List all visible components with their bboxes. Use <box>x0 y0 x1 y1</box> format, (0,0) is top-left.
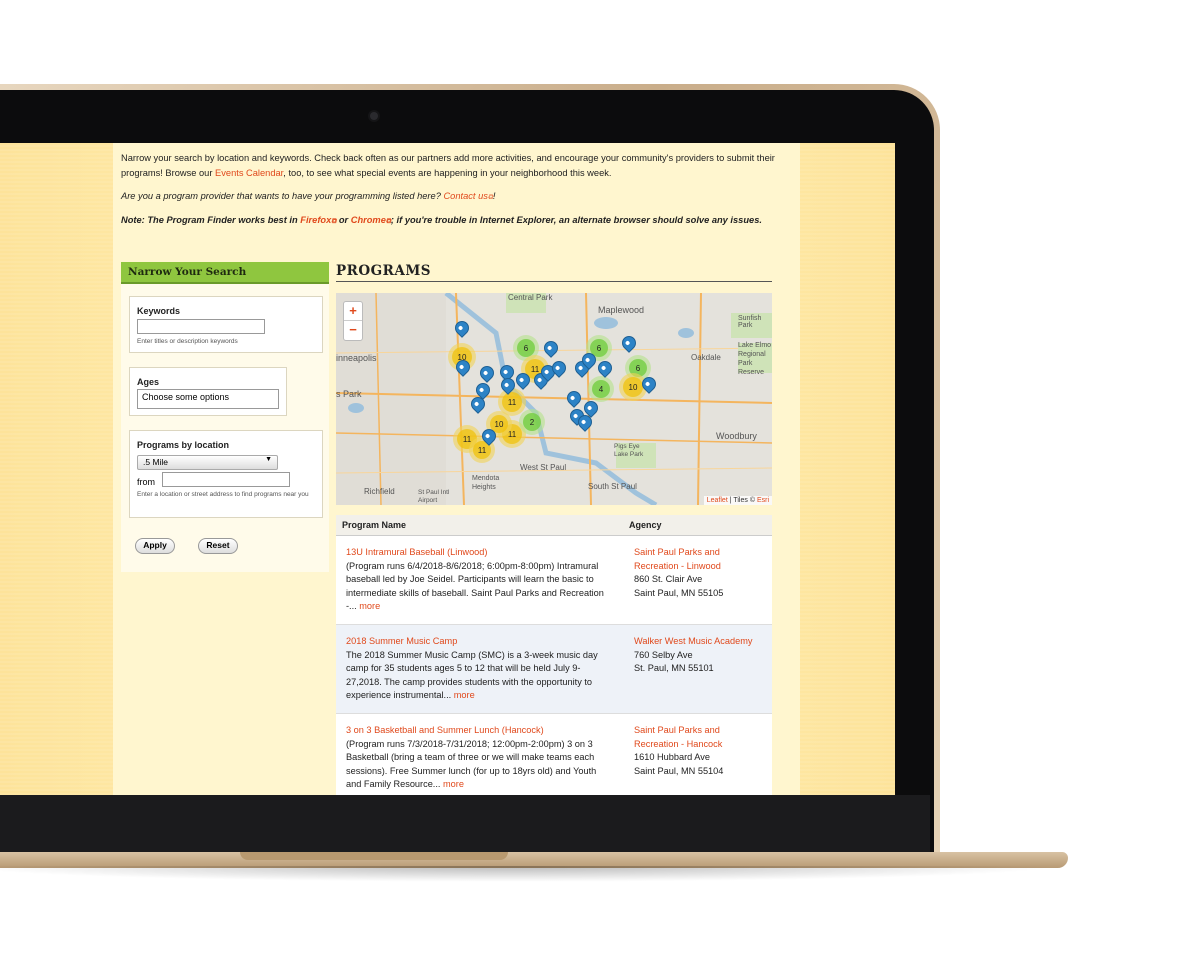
agency-link[interactable]: Saint Paul Parks and Recreation - Linwoo… <box>634 547 721 571</box>
table-row: 3 on 3 Basketball and Summer Lunch (Hanc… <box>336 714 772 795</box>
search-sidebar: Narrow Your Search Keywords Enter titles… <box>121 262 329 572</box>
provider-paragraph: Are you a program provider that wants to… <box>121 191 496 201</box>
intro-paragraph: Narrow your search by location and keywo… <box>121 153 775 178</box>
column-header-agency[interactable]: Agency <box>629 520 662 530</box>
map-label: Maplewood <box>598 305 645 315</box>
map-zoom-control: + − <box>343 301 363 341</box>
zoom-out-button[interactable]: − <box>344 321 362 339</box>
agency-link[interactable]: Saint Paul Parks and Recreation - Hancoc… <box>634 725 722 749</box>
table-row: 2018 Summer Music Camp The 2018 Summer M… <box>336 625 772 714</box>
webcam-icon <box>370 112 378 120</box>
events-calendar-link[interactable]: Events Calendar <box>215 168 283 178</box>
map-label: St Paul Intl Airport <box>418 489 450 504</box>
column-header-program-name[interactable]: Program Name <box>342 520 406 530</box>
location-hint: Enter a location or street address to fi… <box>137 491 309 498</box>
map-label: Pigs Eye Lake Park <box>614 443 644 458</box>
agency-link[interactable]: Walker West Music Academy <box>634 636 752 646</box>
keywords-box: Keywords Enter titles or description key… <box>129 296 323 353</box>
more-link[interactable]: more <box>359 601 380 611</box>
laptop-chin <box>0 795 930 852</box>
map-attribution: Leaflet | Tiles © Esri <box>703 496 772 505</box>
distance-dropdown[interactable]: .5 Mile ▼ <box>137 455 278 470</box>
keywords-label: Keywords <box>137 306 181 316</box>
location-input[interactable] <box>162 472 290 487</box>
ages-label: Ages <box>137 377 160 387</box>
firefox-link[interactable]: Firefox <box>300 215 331 225</box>
agency-city: St. Paul, MN 55101 <box>634 663 714 673</box>
map-label: s Park <box>336 389 362 399</box>
chrome-link[interactable]: Chrome <box>351 215 386 225</box>
leaflet-link[interactable]: Leaflet <box>707 497 728 504</box>
program-title-link[interactable]: 3 on 3 Basketball and Summer Lunch (Hanc… <box>346 725 544 735</box>
ages-box: Ages Choose some options <box>129 367 287 416</box>
map-label: Mendota Heights <box>472 475 500 491</box>
more-link[interactable]: more <box>454 690 475 700</box>
sidebar-title: Narrow Your Search <box>121 262 329 284</box>
reset-button[interactable]: Reset <box>198 538 238 554</box>
keywords-input[interactable] <box>137 319 265 334</box>
map-roads <box>336 293 772 505</box>
programs-heading: PROGRAMS <box>336 263 772 282</box>
program-description: (Program runs 7/3/2018-7/31/2018; 12:00p… <box>346 738 597 790</box>
table-row: 13U Intramural Baseball (Linwood) (Progr… <box>336 536 772 625</box>
map-label: Woodbury <box>716 431 757 441</box>
agency-address: 860 St. Clair Ave <box>634 574 703 584</box>
agency-city: Saint Paul, MN 55105 <box>634 587 724 598</box>
agency-city: Saint Paul, MN 55104 <box>634 765 724 776</box>
map-label: inneapolis <box>336 353 377 363</box>
map-label: Sunfish Park <box>738 315 762 329</box>
programs-table: Program Name Agency 13U Intramural Baseb… <box>336 515 772 795</box>
map-label: Richfield <box>364 487 395 496</box>
more-link[interactable]: more <box>443 779 464 789</box>
map-label: Oakdale <box>691 353 721 362</box>
keywords-hint: Enter titles or description keywords <box>137 338 238 345</box>
map-cluster[interactable]: 4 <box>588 376 614 402</box>
program-title-link[interactable]: 2018 Summer Music Camp <box>346 636 457 646</box>
map-label: Central Park <box>508 293 553 302</box>
intro-text: Narrow your search by location and keywo… <box>121 151 781 237</box>
screen: Narrow your search by location and keywo… <box>0 143 895 795</box>
map-label: Lake Elmo Regional Park Reserve <box>738 342 772 376</box>
map-label: West St Paul <box>520 463 567 472</box>
agency-address: 760 Selby Ave <box>634 649 693 660</box>
laptop-notch <box>240 852 508 860</box>
map-label: South St Paul <box>588 482 637 491</box>
zoom-in-button[interactable]: + <box>344 302 362 321</box>
contact-us-link[interactable]: Contact us <box>443 191 487 201</box>
programs-map[interactable]: Central Park Maplewood Sunfish Park Lake… <box>336 293 772 505</box>
program-description: (Program runs 6/4/2018-8/6/2018; 6:00pm-… <box>346 560 604 612</box>
apply-button[interactable]: Apply <box>135 538 175 554</box>
map-cluster[interactable]: 2 <box>519 409 545 435</box>
esri-link[interactable]: Esri <box>757 497 769 504</box>
location-box: Programs by location .5 Mile ▼ from Ente… <box>129 430 323 518</box>
ages-select[interactable]: Choose some options <box>137 389 279 409</box>
chevron-down-icon: ▼ <box>265 456 272 463</box>
agency-address: 1610 Hubbard Ave <box>634 752 710 762</box>
location-label: Programs by location <box>137 440 230 450</box>
browser-note: Note: The Program Finder works best in F… <box>121 215 762 225</box>
program-title-link[interactable]: 13U Intramural Baseball (Linwood) <box>346 547 487 557</box>
table-header: Program Name Agency <box>336 515 772 536</box>
from-label: from <box>137 477 155 487</box>
